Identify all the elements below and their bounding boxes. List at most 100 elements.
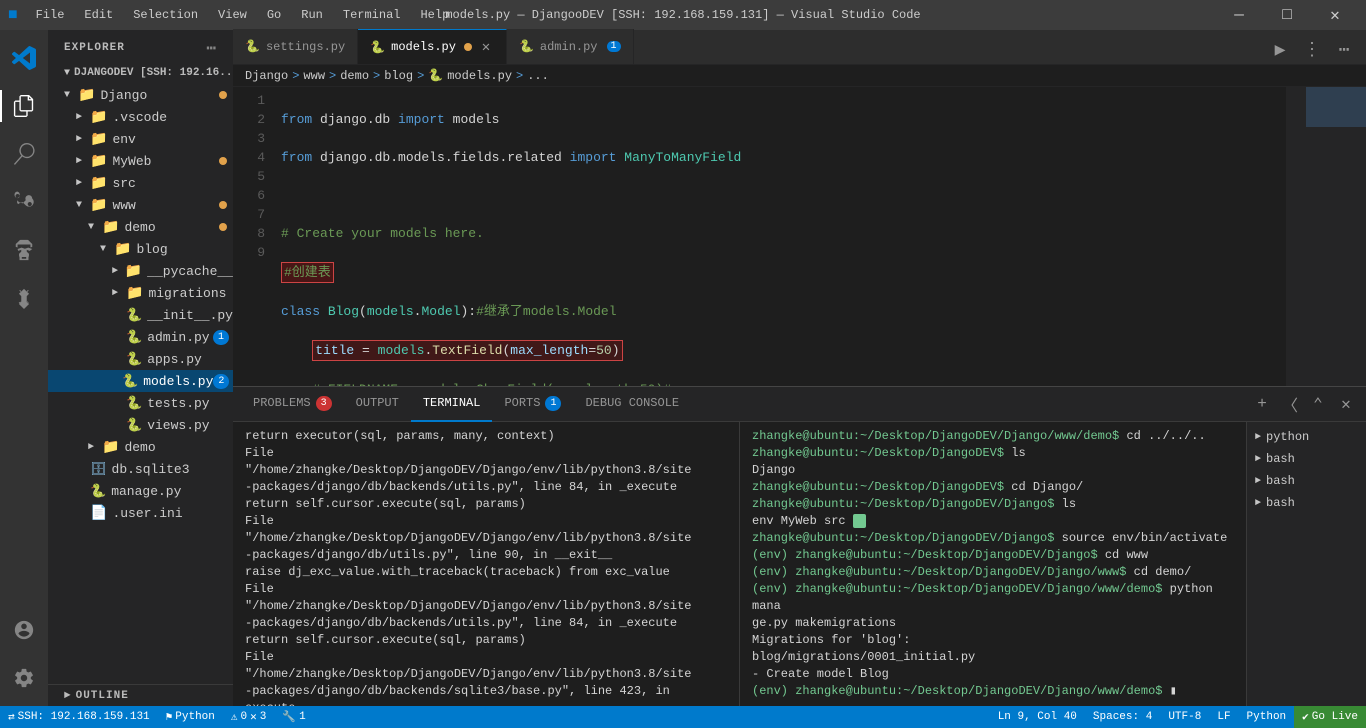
tree-item-userini[interactable]: ► 📄 .user.ini <box>48 502 233 524</box>
outline-section[interactable]: ► OUTLINE <box>48 684 233 706</box>
split-button[interactable]: ⋮ <box>1298 36 1326 64</box>
new-terminal-button[interactable]: + <box>1250 392 1274 416</box>
tab-admin[interactable]: 🐍 admin.py 1 <box>507 29 634 64</box>
breadcrumb-demo[interactable]: demo <box>340 69 369 83</box>
tree-item-www[interactable]: ▼ 📁 www <box>48 194 233 216</box>
status-sync[interactable]: 🔧 1 <box>274 706 313 728</box>
breadcrumb-models[interactable]: models.py <box>447 69 512 83</box>
problems-label: PROBLEMS <box>253 396 311 410</box>
code-line-8: # FIELDNAME = models.CharField(max_lengt… <box>281 380 1278 386</box>
tree-item-db[interactable]: ► 🗄 db.sqlite3 <box>48 458 233 480</box>
status-spaces[interactable]: Spaces: 4 <box>1085 706 1160 728</box>
activity-icon-settings[interactable] <box>0 654 48 702</box>
folder-icon: 📁 <box>90 197 107 214</box>
status-encoding[interactable]: UTF-8 <box>1160 706 1209 728</box>
tree-item-pycache[interactable]: ► 📁 __pycache__ <box>48 260 233 282</box>
close-panel-button[interactable]: ✕ <box>1334 392 1358 416</box>
maximize-panel-button[interactable]: ⌃ <box>1306 392 1330 416</box>
code-editor[interactable]: 1 2 3 4 5 6 7 8 9 from django.db import … <box>233 87 1286 386</box>
tab-settings[interactable]: 🐍 settings.py <box>233 29 358 64</box>
tree-item-manage[interactable]: ► 🐍 manage.py <box>48 480 233 502</box>
terminal-right[interactable]: zhangke@ubuntu:~/Desktop/DjangoDEV/Djang… <box>740 422 1246 706</box>
activity-icon-extensions[interactable] <box>0 274 48 322</box>
status-branch[interactable]: ⚑ Python <box>158 706 223 728</box>
tab-problems[interactable]: PROBLEMS 3 <box>241 387 344 422</box>
breadcrumb-dots[interactable]: ... <box>527 69 549 83</box>
tree-item-myweb[interactable]: ► 📁 MyWeb <box>48 150 233 172</box>
menu-terminal[interactable]: Terminal <box>335 6 409 24</box>
shell-python[interactable]: ► python <box>1247 426 1366 448</box>
tree-item-env[interactable]: ► 📁 env <box>48 128 233 150</box>
minimize-button[interactable]: — <box>1216 0 1262 30</box>
status-errors[interactable]: ⚠ 0 ✕ 3 <box>223 706 274 728</box>
tab-terminal[interactable]: TERMINAL <box>411 387 493 422</box>
breadcrumb-django[interactable]: Django <box>245 69 288 83</box>
collapse-arrow-pycache: ► <box>112 266 121 277</box>
status-golive[interactable]: ✔ Go Live <box>1294 706 1366 728</box>
tree-item-root[interactable]: ▼ DJANGODEV [SSH: 192.16...] <box>48 62 233 84</box>
activity-icon-scm[interactable] <box>0 178 48 226</box>
more-button[interactable]: ⋯ <box>1330 36 1358 64</box>
tree-item-demo[interactable]: ▼ 📁 demo <box>48 216 233 238</box>
window-controls: — □ ✕ <box>1216 0 1358 30</box>
menu-file[interactable]: File <box>28 6 73 24</box>
code-area: 1 2 3 4 5 6 7 8 9 from django.db import … <box>233 87 1366 386</box>
sidebar-header: EXPLORER ⋯ <box>48 30 233 62</box>
terminal-line: Migrations for 'blog': <box>752 632 1234 649</box>
status-remote[interactable]: ⇄ SSH: 192.168.159.131 <box>0 706 158 728</box>
terminal-line: -packages/django/db/utils.py", line 90, … <box>245 547 727 564</box>
activity-icon-explorer[interactable] <box>0 82 48 130</box>
tab-ports[interactable]: PORTS 1 <box>492 387 573 422</box>
tree-item-admin[interactable]: ► 🐍 admin.py 1 <box>48 326 233 348</box>
shell-bash-3[interactable]: ► bash <box>1247 492 1366 514</box>
collapse-arrow-vscode: ► <box>76 112 86 123</box>
breadcrumb-www[interactable]: www <box>303 69 325 83</box>
activity-icon-accounts[interactable] <box>0 606 48 654</box>
status-right: Ln 9, Col 40 Spaces: 4 UTF-8 LF Python ✔… <box>990 706 1366 728</box>
run-button[interactable]: ▶ <box>1266 36 1294 64</box>
status-eol[interactable]: LF <box>1209 706 1238 728</box>
tree-item-demo2[interactable]: ► 📁 demo <box>48 436 233 458</box>
tabs-bar: 🐍 settings.py 🐍 models.py ✕ 🐍 admin.py 1… <box>233 30 1366 65</box>
terminal-line: - Create model Blog <box>752 666 1234 683</box>
menu-view[interactable]: View <box>210 6 255 24</box>
tab-debug-console[interactable]: DEBUG CONSOLE <box>573 387 691 422</box>
activity-icon-debug[interactable] <box>0 226 48 274</box>
tab-models[interactable]: 🐍 models.py ✕ <box>358 29 507 64</box>
tree-item-apps[interactable]: ► 🐍 apps.py <box>48 348 233 370</box>
terminal-line: raise dj_exc_value.with_traceback(traceb… <box>245 564 727 581</box>
code-content[interactable]: from django.db import models from django… <box>273 87 1286 386</box>
maximize-button[interactable]: □ <box>1264 0 1310 30</box>
tree-item-vscode[interactable]: ► 📁 .vscode <box>48 106 233 128</box>
menu-go[interactable]: Go <box>259 6 289 24</box>
shell-bash-2[interactable]: ► bash <box>1247 470 1366 492</box>
tab-output[interactable]: OUTPUT <box>344 387 411 422</box>
status-remote-label: SSH: 192.168.159.131 <box>18 711 150 723</box>
file-icon: 📄 <box>90 505 107 522</box>
breadcrumb-blog[interactable]: blog <box>384 69 413 83</box>
activity-icon-search[interactable] <box>0 130 48 178</box>
terminal-line: zhangke@ubuntu:~/Desktop/DjangoDEV/Djang… <box>752 530 1234 547</box>
menu-selection[interactable]: Selection <box>125 6 206 24</box>
shell-bash-1[interactable]: ► bash <box>1247 448 1366 470</box>
tree-item-init[interactable]: ► 🐍 __init__.py <box>48 304 233 326</box>
status-bar: ⇄ SSH: 192.168.159.131 ⚑ Python ⚠ 0 ✕ 3 … <box>0 706 1366 728</box>
tree-item-migrations[interactable]: ► 📁 migrations <box>48 282 233 304</box>
split-terminal-button[interactable]: 〈 <box>1278 392 1302 416</box>
menu-run[interactable]: Run <box>293 6 331 24</box>
tree-item-views[interactable]: ► 🐍 views.py <box>48 414 233 436</box>
tree-item-django[interactable]: ▼ 📁 Django <box>48 84 233 106</box>
tree-item-tests[interactable]: ► 🐍 tests.py <box>48 392 233 414</box>
tab-models-close[interactable]: ✕ <box>478 39 494 55</box>
status-language[interactable]: Python <box>1239 706 1295 728</box>
terminal-left[interactable]: return executor(sql, params, many, conte… <box>233 422 740 706</box>
folder-icon: 📁 <box>90 153 107 170</box>
python-file-icon: 🐍 <box>122 374 138 389</box>
tree-item-src[interactable]: ► 📁 src <box>48 172 233 194</box>
menu-edit[interactable]: Edit <box>76 6 121 24</box>
close-button[interactable]: ✕ <box>1312 0 1358 30</box>
tree-item-models[interactable]: ► 🐍 models.py 2 <box>48 370 233 392</box>
status-position[interactable]: Ln 9, Col 40 <box>990 706 1085 728</box>
explorer-menu[interactable]: ⋯ <box>206 38 217 58</box>
tree-item-blog[interactable]: ▼ 📁 blog <box>48 238 233 260</box>
